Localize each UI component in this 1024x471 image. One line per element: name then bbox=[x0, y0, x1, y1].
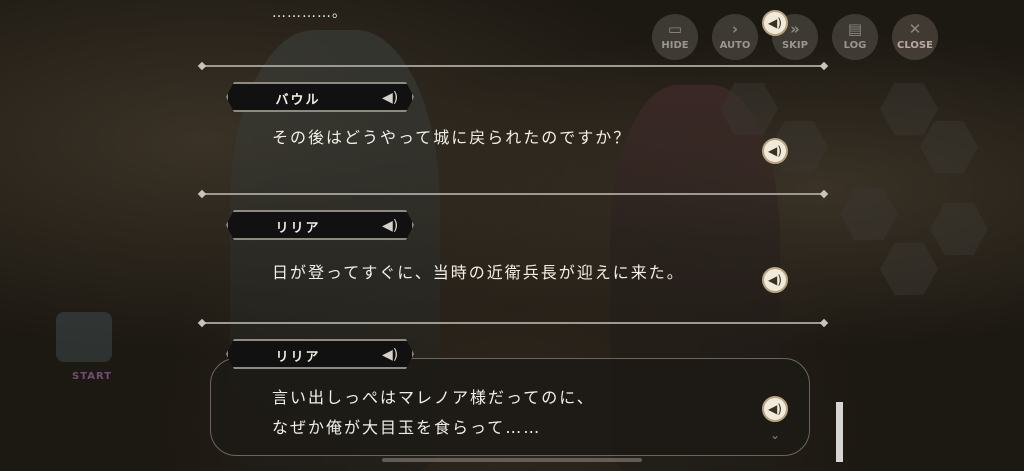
log-text-line: 言い出しっぺはマレノア様だってのに、 bbox=[272, 388, 595, 407]
close-button[interactable]: ✕ CLOSE bbox=[892, 14, 938, 60]
hide-button-label: HIDE bbox=[661, 40, 689, 51]
auto-button-label: AUTO bbox=[719, 40, 751, 51]
hide-icon: ▭ bbox=[667, 20, 683, 38]
voice-replay-icon[interactable]: ◀) bbox=[762, 10, 788, 36]
speaker-icon: ◀) bbox=[382, 218, 399, 234]
home-indicator bbox=[382, 458, 642, 462]
log-separator bbox=[202, 65, 824, 67]
speaker-icon: ◀) bbox=[382, 347, 399, 363]
speaker-name: リリア bbox=[275, 221, 321, 236]
map-start-node bbox=[56, 312, 112, 362]
log-scrollbar[interactable] bbox=[836, 402, 843, 462]
close-button-label: CLOSE bbox=[897, 40, 933, 51]
hide-button[interactable]: ▭ HIDE bbox=[652, 14, 698, 60]
log-separator bbox=[202, 193, 824, 195]
voice-replay-icon[interactable]: ◀) bbox=[762, 396, 788, 422]
skip-button-label: SKIP bbox=[781, 40, 808, 51]
speaker-nameplate: バウル ◀) bbox=[226, 82, 414, 112]
speaker-icon: ◀) bbox=[382, 90, 399, 106]
map-start-label: START bbox=[72, 371, 113, 382]
voice-replay-icon[interactable]: ◀) bbox=[762, 267, 788, 293]
speaker-nameplate: リリア ◀) bbox=[226, 210, 414, 240]
speaker-name: リリア bbox=[275, 350, 321, 365]
log-button[interactable]: ▤ LOG bbox=[832, 14, 878, 60]
auto-button[interactable]: › AUTO bbox=[712, 14, 758, 60]
voice-replay-icon[interactable]: ◀) bbox=[762, 138, 788, 164]
log-text-line: …………。 bbox=[272, 5, 347, 21]
log-text-line: その後はどうやって城に戻られたのですか？ bbox=[272, 128, 632, 147]
log-button-label: LOG bbox=[843, 40, 867, 51]
speaker-nameplate: リリア ◀) bbox=[226, 339, 414, 369]
log-text-line: 日が登ってすぐに、当時の近衛兵長が迎えに来た。 bbox=[272, 263, 685, 282]
auto-icon: › bbox=[731, 20, 739, 38]
close-icon: ✕ bbox=[908, 20, 922, 38]
speaker-name: バウル bbox=[275, 93, 321, 108]
log-separator bbox=[202, 322, 824, 324]
log-text-line: なぜか俺が大目玉を食らって…… bbox=[272, 418, 542, 437]
chevron-down-icon: ⌄ bbox=[770, 428, 781, 442]
log-icon: ▤ bbox=[847, 20, 863, 38]
